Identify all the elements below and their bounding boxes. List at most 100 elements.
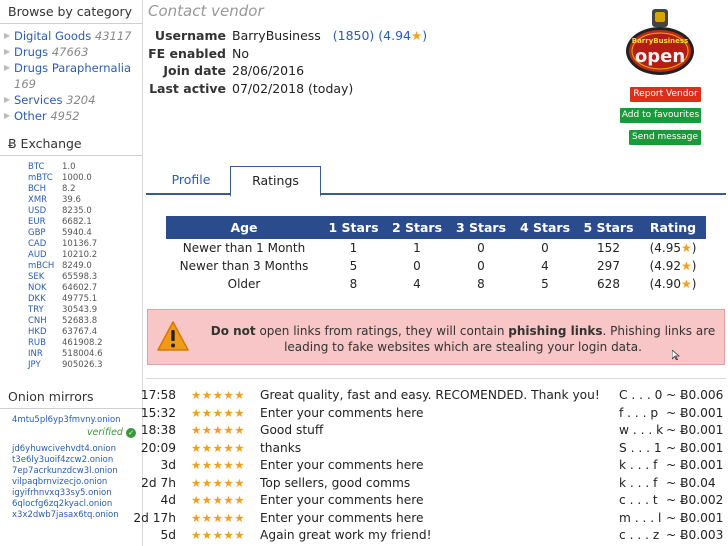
stars-count-cell: 297 xyxy=(597,259,620,273)
review-user: f . . . p xyxy=(619,405,659,420)
currency-rate: 10210.2 xyxy=(62,250,98,260)
review-user: S . . . 1 xyxy=(619,440,662,455)
fe-label: FE enabled xyxy=(148,45,226,61)
category-item[interactable]: ▶ Drugs 47663 xyxy=(4,44,142,60)
info-row-last-active: Last active 07/02/2018 (today) xyxy=(146,80,546,98)
currency-rate: 10136.7 xyxy=(62,239,98,249)
triangle-right-icon: ▶ xyxy=(4,31,11,40)
currency-rate: 63767.4 xyxy=(62,327,98,337)
last-active-label: Last active xyxy=(149,80,226,96)
header-4-stars: 4 Stars xyxy=(513,216,577,239)
stars-count-cell: 152 xyxy=(597,241,620,255)
age-cell: Newer than 3 Months xyxy=(179,259,309,273)
currency-code: mBTC xyxy=(28,173,53,183)
vendor-tabs: Profile Ratings xyxy=(146,166,726,197)
ratings-row: Newer than 1 Month 1 1 0 0 152 (4.95★) xyxy=(166,239,706,257)
mirror-link[interactable]: jd6yhuwcivehvdt4.onion xyxy=(0,444,142,455)
currency-rate: 905026.3 xyxy=(62,360,103,370)
review-user: k . . . f xyxy=(619,475,658,490)
review-row: 2d 17h ★★★★★ Enter your comments here m . .… xyxy=(133,510,726,528)
exchange-row: NOK 64602.7 xyxy=(28,283,142,294)
category-item[interactable]: ▶ Digital Goods 43117 xyxy=(4,28,142,44)
rating-count-link[interactable]: (1850) xyxy=(333,28,375,43)
mirror-list: jd6yhuwcivehvdt4.onion t3e6ly3uoif4zcw2.o… xyxy=(0,444,142,521)
username-value: BarryBusiness (1850) (4.94★) xyxy=(232,27,427,45)
review-price: ~ Ƀ0.002 xyxy=(666,493,724,507)
exchange-row: DKK 49775.1 xyxy=(28,294,142,305)
review-comment: Enter your comments here xyxy=(260,510,424,525)
currency-code: CNH xyxy=(28,316,47,326)
review-stars: ★★★★★ xyxy=(191,510,246,525)
logo-main-text: open xyxy=(635,46,685,67)
review-price: ~ Ƀ0.006 xyxy=(666,388,724,402)
category-item[interactable]: ▶ Services 3204 xyxy=(4,92,142,108)
review-time: 18:38 xyxy=(140,423,176,437)
currency-code: JPY xyxy=(28,360,41,370)
exchange-row: RUB 461908.2 xyxy=(28,338,142,349)
review-time: 15:32 xyxy=(140,405,176,420)
exchange-row: CNH 52683.8 xyxy=(28,316,142,327)
star-icon: ★ xyxy=(411,28,423,43)
currency-code: NOK xyxy=(28,283,47,293)
review-user: m . . . l xyxy=(619,510,662,525)
review-user: k . . . f xyxy=(619,458,658,472)
divider xyxy=(146,378,726,379)
tab-profile[interactable]: Profile xyxy=(150,166,232,195)
ratings-row: Older 8 4 8 5 628 (4.90★) xyxy=(166,275,706,293)
ratings-header-row: Age 1 Stars 2 Stars 3 Stars 4 Stars 5 St… xyxy=(166,216,706,239)
currency-code: mBCH xyxy=(28,261,55,271)
review-row: 4d ★★★★★ Enter your comments here c . . . t… xyxy=(146,492,726,510)
review-time: 3d xyxy=(160,458,177,472)
add-favourites-button[interactable]: Add to favourites xyxy=(620,108,701,123)
stars-count-cell: 0 xyxy=(541,241,549,255)
stars-count-cell: 1 xyxy=(413,241,421,255)
triangle-right-icon: ▶ xyxy=(4,95,11,104)
fe-value: No xyxy=(232,45,249,61)
exchange-row: mBTC 1000.0 xyxy=(28,173,142,184)
mirror-link[interactable]: igyifrhnvxq33sy5.onion xyxy=(0,488,142,499)
report-vendor-button[interactable]: Report Vendor xyxy=(630,87,701,102)
mirror-link[interactable]: 7ep7acrkunzdcw3l.onion xyxy=(0,466,142,477)
vendor-username: BarryBusiness xyxy=(232,28,321,43)
main-mirror-link[interactable]: 4mtu5pl6yp3fmvny.onion xyxy=(0,415,142,426)
review-stars: ★★★★★ xyxy=(191,475,246,490)
stars-count-cell: 8 xyxy=(477,277,485,291)
header-2-stars: 2 Stars xyxy=(385,216,449,239)
exchange-row: GBP 5940.4 xyxy=(28,228,142,239)
review-price: ~ Ƀ0.001 xyxy=(666,423,724,437)
review-stars: ★★★★★ xyxy=(191,388,246,402)
category-item[interactable]: ▶ Other 4952 xyxy=(4,108,142,124)
mirror-link[interactable]: t3e6ly3uoif4zcw2.onion xyxy=(0,455,142,466)
stars-count-cell: 5 xyxy=(541,277,549,291)
mouse-cursor-icon xyxy=(672,350,680,360)
age-cell: Older xyxy=(227,277,261,291)
currency-code: EUR xyxy=(28,217,46,227)
ratings-row: Newer than 3 Months 5 0 0 4 297 (4.92★) xyxy=(166,257,706,275)
mirror-link[interactable]: vilpaqbrnvizecjo.onion xyxy=(0,477,142,488)
currency-code: CAD xyxy=(28,239,47,249)
review-comment: thanks xyxy=(260,440,302,455)
stars-count-cell: 8 xyxy=(349,277,358,291)
logo-top-text: BarryBusiness xyxy=(632,37,688,45)
tab-ratings[interactable]: Ratings xyxy=(230,166,321,197)
review-comment: Great quality, fast and easy. RECOMENDED… xyxy=(260,388,600,402)
exchange-row: TRY 30543.9 xyxy=(28,305,142,316)
sidebar: Browse by category ▶ Digital Goods 43117 … xyxy=(0,0,143,546)
mirror-link[interactable]: x3x2dwb7jasax6tq.onion xyxy=(0,510,142,521)
stars-count-cell: 4 xyxy=(413,277,421,291)
mirror-link[interactable]: 6qlocfg6zq2kyacl.onion xyxy=(0,499,142,510)
category-item[interactable]: ▶ Drugs Paraphernalia 169 xyxy=(4,60,142,92)
review-comment: Enter your comments here xyxy=(260,405,424,420)
rating-cell: (4.92★) xyxy=(649,259,697,273)
exchange-heading: Ƀ Exchange xyxy=(0,134,142,156)
review-stars: ★★★★★ xyxy=(191,493,246,507)
rating-cell: (4.90★) xyxy=(649,277,697,291)
send-message-button[interactable]: Send message xyxy=(629,130,701,145)
triangle-right-icon: ▶ xyxy=(4,111,11,120)
star-icon: ★ xyxy=(680,277,692,291)
review-row: 20:09 ★★★★★ thanks S . . . 1 ~ Ƀ0.001 xyxy=(141,440,726,458)
review-time: 20:09 xyxy=(140,440,176,455)
review-comment: Again great work my friend! xyxy=(260,528,432,542)
stars-count-cell: 1 xyxy=(349,241,358,255)
review-stars: ★★★★★ xyxy=(191,440,246,455)
